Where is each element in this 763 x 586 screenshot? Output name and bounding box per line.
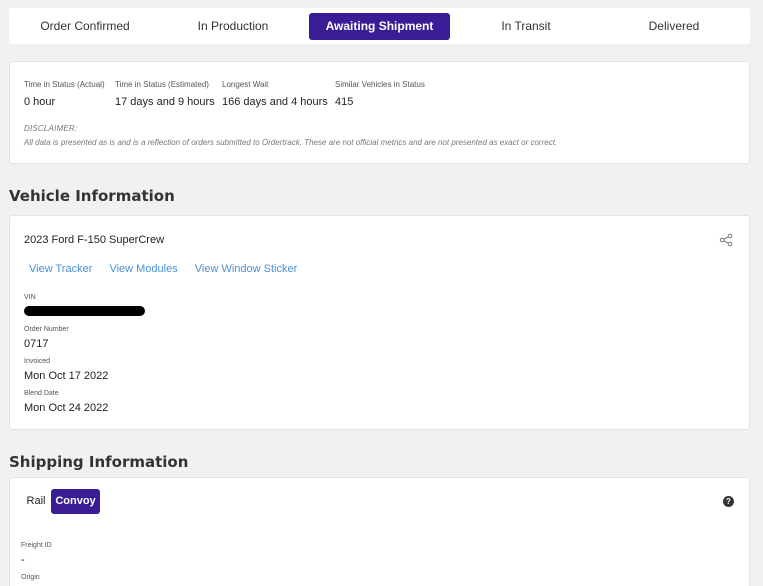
metric-similar-vehicles: Similar Vehicles in Status 415: [335, 80, 425, 108]
freight-id-field: Freight ID -: [21, 542, 52, 566]
blend-date-field: Blend Date Mon Oct 24 2022: [24, 390, 108, 414]
metric-time-actual: Time in Status (Actual) 0 hour: [24, 80, 105, 108]
view-window-sticker-link[interactable]: View Window Sticker: [195, 263, 298, 275]
convoy-option[interactable]: Convoy: [51, 489, 100, 514]
field-label: Blend Date: [24, 390, 59, 397]
metric-label: Longest Wait: [222, 80, 269, 89]
metric-label: Similar Vehicles in Status: [335, 80, 425, 89]
status-metrics-card: Time in Status (Actual) 0 hour Time in S…: [9, 61, 750, 164]
field-label: Invoiced: [24, 358, 51, 365]
view-tracker-link[interactable]: View Tracker: [29, 263, 92, 275]
vin-field: VIN: [24, 294, 36, 301]
view-modules-link[interactable]: View Modules: [109, 263, 177, 275]
rail-option[interactable]: Rail: [24, 489, 48, 514]
metric-value: 0 hour: [24, 96, 56, 108]
field-label: Freight ID: [21, 542, 52, 549]
metric-value: 166 days and 4 hours: [222, 96, 328, 108]
field-label: Origin: [21, 574, 40, 581]
vehicle-section-title: Vehicle Information: [9, 187, 175, 205]
metric-value: 415: [335, 96, 354, 108]
shipping-info-card: Rail Convoy ? Freight ID - Origin: [9, 477, 750, 586]
field-label: Order Number: [24, 326, 69, 333]
metric-label: Time in Status (Actual): [24, 80, 105, 89]
field-value: Mon Oct 17 2022: [24, 370, 109, 382]
disclaimer-title: DISCLAIMER:: [24, 124, 78, 133]
order-number-field: Order Number 0717: [24, 326, 69, 350]
tab-in-production[interactable]: In Production: [179, 13, 287, 40]
order-tracker-page: Order Confirmed In Production Awaiting S…: [0, 0, 763, 586]
metric-label: Time in Status (Estimated): [115, 80, 209, 89]
disclaimer-text: All data is presented as is and is a ref…: [24, 138, 558, 147]
metric-time-estimated: Time in Status (Estimated) 17 days and 9…: [115, 80, 215, 108]
vin-redaction: [24, 306, 145, 316]
tab-delivered[interactable]: Delivered: [619, 13, 729, 40]
field-value: -: [21, 554, 25, 566]
invoiced-field: Invoiced Mon Oct 17 2022: [24, 358, 108, 382]
field-label: VIN: [24, 294, 36, 301]
shipping-section-title: Shipping Information: [9, 453, 189, 471]
vehicle-links: View Tracker View Modules View Window St…: [29, 263, 311, 275]
vehicle-info-card: 2023 Ford F-150 SuperCrew View Tracker V…: [9, 215, 750, 430]
origin-field: Origin: [21, 574, 40, 581]
vehicle-name: 2023 Ford F-150 SuperCrew: [24, 234, 165, 246]
shipping-mode-toggle: Rail Convoy: [18, 484, 176, 518]
tab-order-confirmed[interactable]: Order Confirmed: [31, 13, 139, 40]
share-icon[interactable]: [719, 233, 733, 247]
field-value: 0717: [24, 338, 49, 350]
tab-in-transit[interactable]: In Transit: [471, 13, 581, 40]
tab-awaiting-shipment[interactable]: Awaiting Shipment: [309, 13, 450, 40]
help-icon[interactable]: ?: [723, 496, 734, 507]
status-tabs: Order Confirmed In Production Awaiting S…: [9, 8, 750, 44]
metric-longest-wait: Longest Wait 166 days and 4 hours: [222, 80, 328, 108]
field-value: Mon Oct 24 2022: [24, 402, 109, 414]
metric-value: 17 days and 9 hours: [115, 96, 215, 108]
